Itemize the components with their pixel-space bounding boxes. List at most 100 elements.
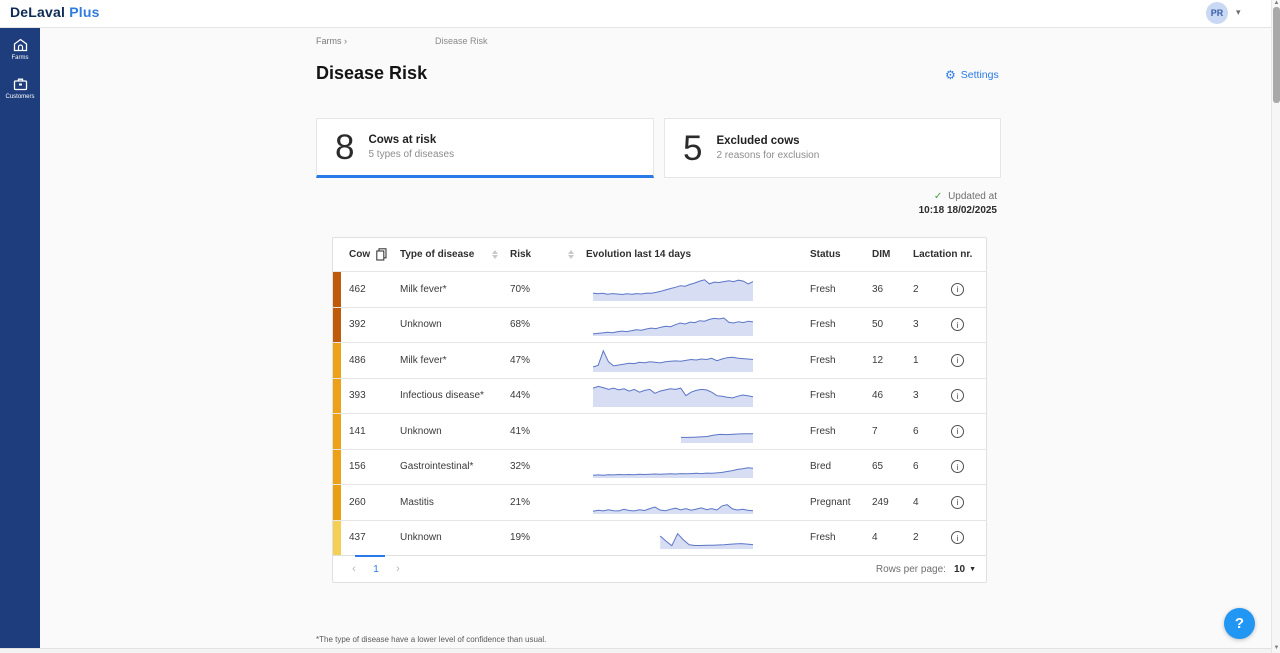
status-cell: Fresh: [810, 284, 872, 295]
col-risk: Risk: [510, 249, 531, 260]
disease-cell: Milk fever*: [400, 355, 510, 366]
page-title: Disease Risk: [316, 63, 427, 84]
info-icon[interactable]: i: [951, 531, 964, 544]
chevron-down-icon: ▼: [969, 566, 976, 573]
logo-accent: Plus: [69, 4, 99, 20]
cow-id-cell: 437: [333, 532, 400, 543]
evolution-sparkline: [593, 345, 753, 373]
cow-id-cell: 393: [333, 390, 400, 401]
evolution-sparkline: [593, 380, 753, 408]
info-icon[interactable]: i: [951, 389, 964, 402]
sidebar-item-label: Customers: [5, 94, 34, 100]
rows-per-page-label: Rows per page:: [876, 564, 946, 575]
breadcrumb: Farms ›: [316, 36, 347, 46]
evolution-cell: [586, 309, 810, 340]
table-row[interactable]: 392Unknown68%Fresh503i: [333, 307, 986, 343]
lactation-cell: 2: [913, 284, 945, 295]
lactation-cell: 6: [913, 461, 945, 472]
sidebar-item-farms[interactable]: Farms: [0, 28, 40, 67]
dim-cell: 249: [872, 497, 913, 508]
status-cell: Fresh: [810, 355, 872, 366]
risk-cell: 32%: [510, 461, 586, 472]
page-number-1[interactable]: 1: [365, 564, 387, 575]
info-icon[interactable]: i: [951, 425, 964, 438]
copy-icon[interactable]: [376, 248, 387, 261]
disease-cell: Infectious disease*: [400, 390, 510, 401]
dim-cell: 4: [872, 532, 913, 543]
cows-at-risk-count: 8: [335, 130, 354, 165]
app-canvas: DeLaval Plus PR ▾ Farms Customers Farms …: [0, 0, 1280, 653]
cow-id-cell: 486: [333, 355, 400, 366]
status-cell: Pregnant: [810, 497, 872, 508]
table-row[interactable]: 486Milk fever*47%Fresh121i: [333, 342, 986, 378]
info-icon[interactable]: i: [951, 283, 964, 296]
table-row[interactable]: 260Mastitis21%Pregnant2494i: [333, 484, 986, 520]
risk-cell: 41%: [510, 426, 586, 437]
evolution-cell: [586, 274, 810, 305]
risk-level-bar: [333, 272, 341, 307]
sort-icon[interactable]: [492, 250, 498, 259]
sidebar-item-customers[interactable]: Customers: [0, 67, 40, 106]
lactation-cell: 1: [913, 355, 945, 366]
risk-cell: 47%: [510, 355, 586, 366]
cow-id-cell: 156: [333, 461, 400, 472]
info-icon[interactable]: i: [951, 460, 964, 473]
table-row[interactable]: 156Gastrointestinal*32%Bred656i: [333, 449, 986, 485]
disease-cell: Unknown: [400, 319, 510, 330]
col-cow: Cow: [349, 249, 370, 260]
risk-cell: 70%: [510, 284, 586, 295]
evolution-cell: [586, 380, 810, 411]
breadcrumb-farms[interactable]: Farms: [316, 36, 342, 46]
table-row[interactable]: 141Unknown41%Fresh76i: [333, 413, 986, 449]
dim-cell: 36: [872, 284, 913, 295]
risk-cell: 68%: [510, 319, 586, 330]
status-cell: Fresh: [810, 532, 872, 543]
card-cows-at-risk[interactable]: 8 Cows at risk 5 types of diseases: [316, 118, 654, 178]
status-cell: Fresh: [810, 426, 872, 437]
col-evolution: Evolution last 14 days: [586, 249, 691, 260]
scrollbar-thumb[interactable]: [1273, 7, 1280, 103]
risk-level-bar: [333, 485, 341, 520]
info-icon[interactable]: i: [951, 496, 964, 509]
card-excluded-cows[interactable]: 5 Excluded cows 2 reasons for exclusion: [664, 118, 1001, 178]
info-icon[interactable]: i: [951, 318, 964, 331]
sidebar-item-label: Farms: [12, 55, 29, 61]
evolution-sparkline: [593, 274, 753, 302]
info-icon[interactable]: i: [951, 354, 964, 367]
disease-cell: Gastrointestinal*: [400, 461, 510, 472]
vertical-scrollbar[interactable]: ▲ ▼: [1271, 0, 1280, 653]
disease-cell: Unknown: [400, 532, 510, 543]
risk-cell: 19%: [510, 532, 586, 543]
rows-per-page-value: 10: [954, 564, 965, 575]
prev-page-button[interactable]: ‹: [343, 563, 365, 575]
evolution-cell: [586, 487, 810, 518]
sort-icon[interactable]: [568, 250, 574, 259]
gear-icon: ⚙: [945, 69, 956, 81]
user-menu-caret-icon[interactable]: ▾: [1236, 7, 1241, 18]
next-page-button[interactable]: ›: [387, 563, 409, 575]
settings-button[interactable]: ⚙ Settings: [945, 69, 999, 81]
evolution-sparkline: [593, 416, 753, 444]
col-status: Status: [810, 249, 841, 260]
dim-cell: 46: [872, 390, 913, 401]
help-button[interactable]: ?: [1224, 608, 1255, 639]
status-cell: Fresh: [810, 319, 872, 330]
table-row[interactable]: 393Infectious disease*44%Fresh463i: [333, 378, 986, 414]
dim-cell: 65: [872, 461, 913, 472]
rows-per-page-select[interactable]: 10 ▼: [954, 564, 976, 575]
excluded-cows-count: 5: [683, 131, 702, 166]
horizontal-scrollbar[interactable]: [0, 648, 1271, 653]
evolution-sparkline: [593, 451, 753, 479]
risk-level-bar: [333, 521, 341, 556]
risk-cell: 44%: [510, 390, 586, 401]
evolution-cell: [586, 345, 810, 376]
barn-icon: [13, 38, 28, 52]
table-row[interactable]: 437Unknown19%Fresh42i: [333, 520, 986, 556]
user-avatar[interactable]: PR: [1206, 2, 1228, 24]
table-row[interactable]: 462Milk fever*70%Fresh362i: [333, 271, 986, 307]
updated-at: ✓ Updated at 10:18 18/02/2025: [800, 191, 997, 216]
scroll-up-icon[interactable]: ▲: [1272, 0, 1280, 6]
evolution-sparkline: [593, 309, 753, 337]
check-icon: ✓: [934, 191, 942, 202]
scroll-down-icon[interactable]: ▼: [1272, 645, 1280, 651]
